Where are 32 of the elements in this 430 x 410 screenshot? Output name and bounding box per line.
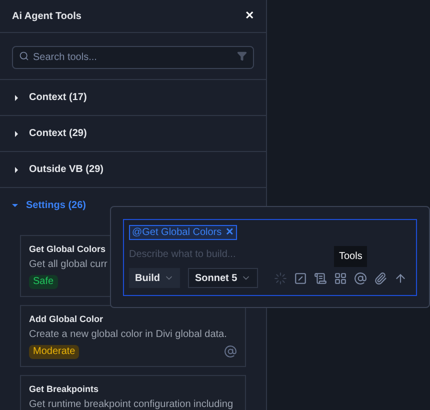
mode-select[interactable]: Build xyxy=(129,268,180,288)
chip-label: @Get Global Colors xyxy=(132,226,222,240)
tool-title: Get Breakpoints xyxy=(29,383,99,395)
risk-badge: Safe xyxy=(29,275,58,289)
search-icon xyxy=(19,50,29,60)
section-header[interactable]: Context (29) xyxy=(0,116,266,151)
mention-icon[interactable] xyxy=(224,345,237,358)
slash-command-icon[interactable] xyxy=(294,272,307,284)
attach-icon[interactable] xyxy=(374,272,387,284)
risk-badge: Moderate xyxy=(29,345,80,359)
search-field[interactable]: Search tools... xyxy=(12,46,254,68)
send-icon[interactable] xyxy=(394,272,407,284)
panel-title: Ai Agent Tools xyxy=(12,10,82,24)
scroll-icon[interactable] xyxy=(314,272,327,284)
section-header[interactable]: Context (17) xyxy=(0,80,266,115)
tool-card[interactable]: Add Global Color Create a new global color in Divi global data. Moderate xyxy=(20,305,246,367)
chip-remove[interactable]: ✕ xyxy=(226,225,234,240)
model-select[interactable]: Sonnet 5 xyxy=(188,268,258,288)
tool-title: Add Global Color xyxy=(29,313,103,325)
tool-title: Get Global Colors xyxy=(29,243,106,255)
prompt-box[interactable]: @Get Global Colors ✕ Describe what to build... Build Sonnet 5 Tools xyxy=(123,219,417,296)
loading-icon xyxy=(274,272,287,284)
section-header[interactable]: Outside VB (29) xyxy=(0,152,266,187)
tool-description: Get runtime breakpoint configuration including xyxy=(29,399,234,410)
tool-chip[interactable]: @Get Global Colors ✕ xyxy=(129,225,237,240)
tool-description: Get all global curr xyxy=(29,259,108,271)
tool-description: Create a new global color in Divi global data. xyxy=(29,329,227,341)
mention-icon[interactable] xyxy=(354,272,367,284)
tooltip: Tools xyxy=(334,246,368,267)
tools-icon[interactable] xyxy=(334,272,347,284)
close-button[interactable]: ✕ xyxy=(245,8,254,24)
tool-card[interactable]: Get Breakpoints Get runtime breakpoint configuration including xyxy=(20,375,246,410)
